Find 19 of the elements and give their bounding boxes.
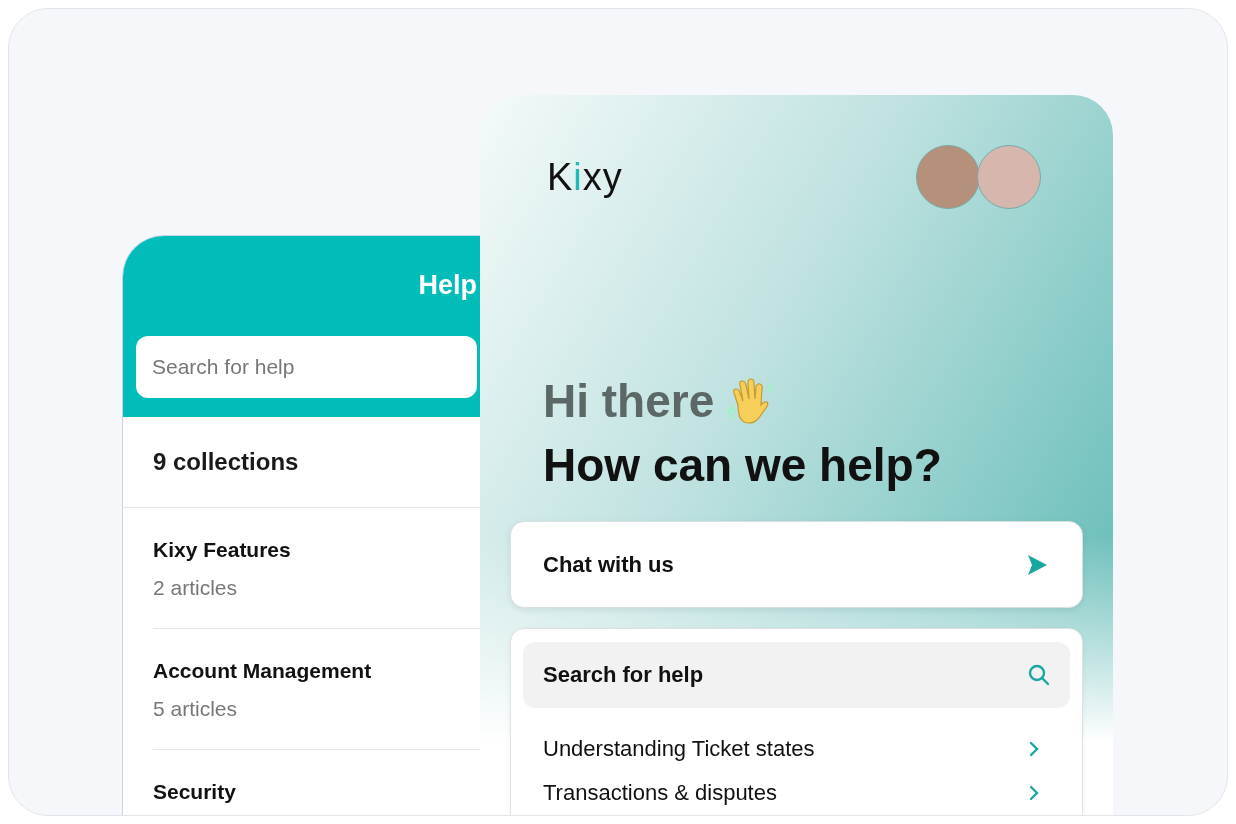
- logo: Kixy: [547, 155, 623, 199]
- search-button[interactable]: Search for help: [523, 642, 1070, 708]
- article-count: 5 articles: [153, 697, 239, 721]
- collections-count: 9 collections: [123, 417, 503, 508]
- send-icon: [1026, 553, 1048, 576]
- collection-title[interactable]: Security: [153, 780, 503, 804]
- chat-button[interactable]: Chat with us: [510, 521, 1083, 608]
- article-link[interactable]: Understanding Ticket states: [523, 728, 1070, 770]
- headline: How can we help?: [543, 438, 943, 493]
- article-count: 2 articles: [153, 576, 239, 600]
- collection-title[interactable]: Account Management: [153, 659, 503, 683]
- chevron-right-icon: [1028, 785, 1040, 801]
- article-link[interactable]: Transactions & disputes: [523, 772, 1070, 814]
- search-icon: [1028, 664, 1050, 686]
- search-field[interactable]: Search for help: [136, 336, 477, 398]
- help-title: Help: [418, 270, 477, 300]
- collection-title[interactable]: Kixy Features: [153, 538, 503, 562]
- chevron-right-icon: [1028, 741, 1040, 757]
- greeting: Hi there: [543, 375, 715, 427]
